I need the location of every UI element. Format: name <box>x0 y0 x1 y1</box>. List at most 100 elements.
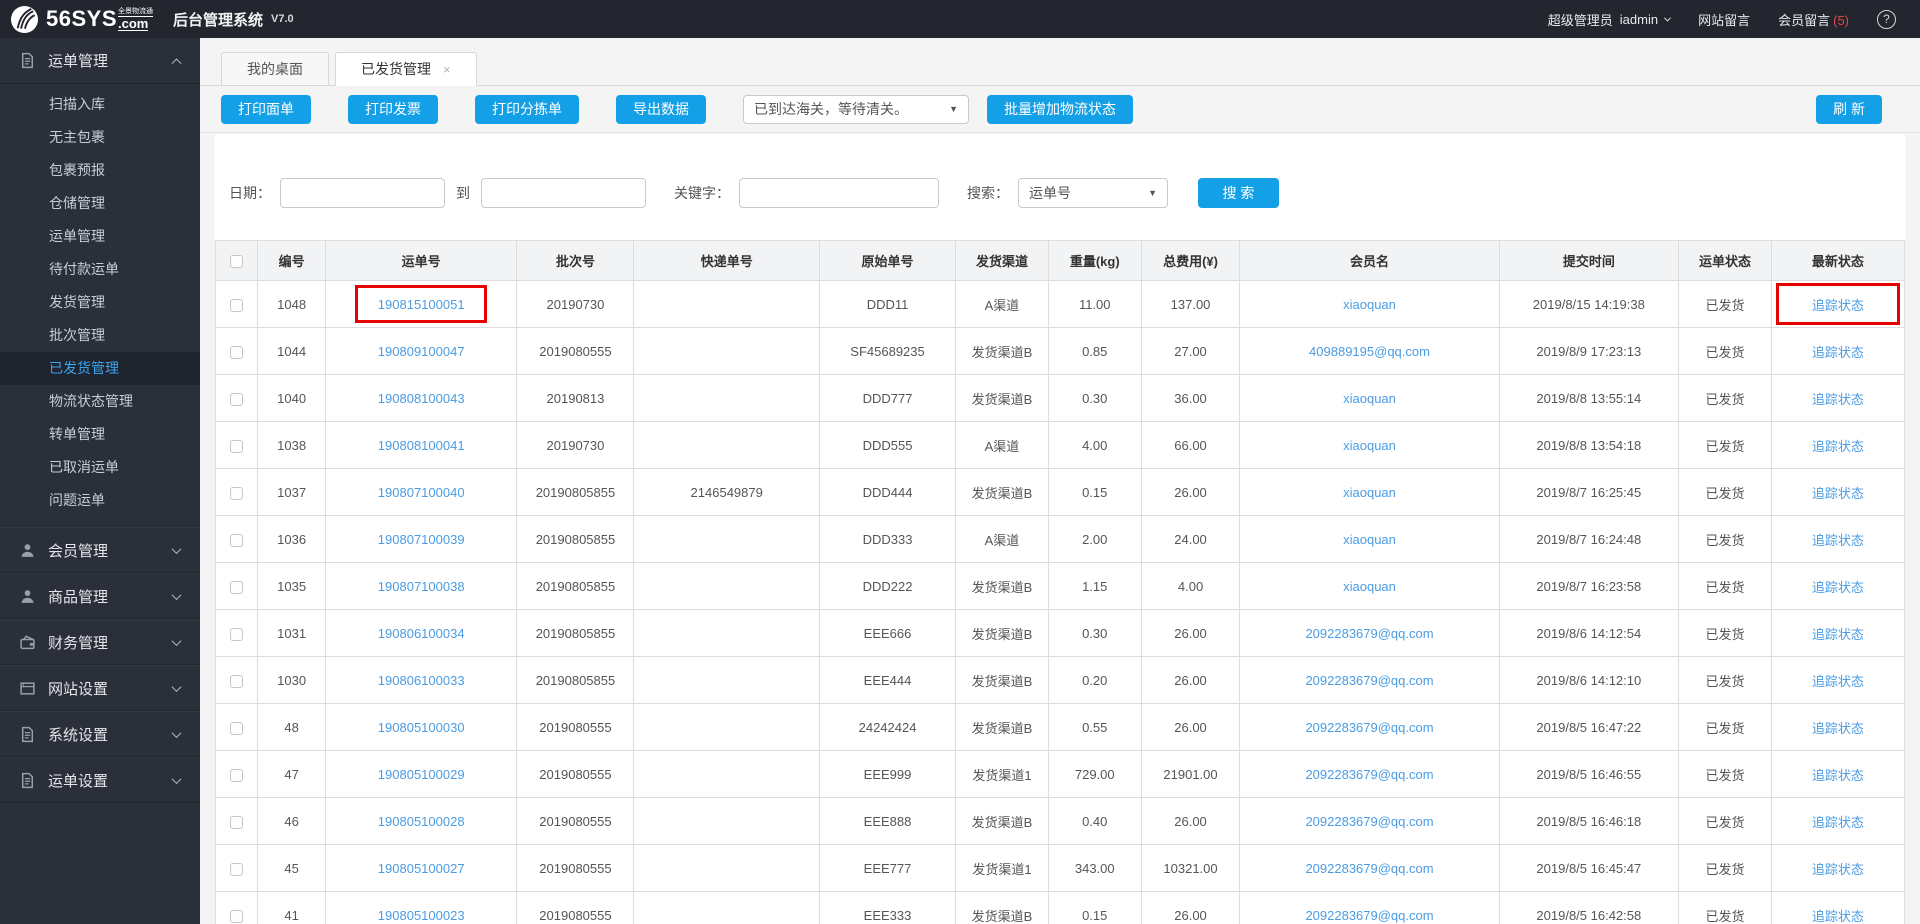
latest-link[interactable]: 追踪状态 <box>1812 486 1864 501</box>
sidebar-item[interactable]: 待付款运单 <box>0 253 200 286</box>
sidebar-group-2[interactable]: 商品管理 <box>0 573 200 619</box>
row-checkbox[interactable] <box>230 722 243 735</box>
sidebar-item[interactable]: 扫描入库 <box>0 88 200 121</box>
row-checkbox[interactable] <box>230 487 243 500</box>
cell-member: 2092283679@qq.com <box>1240 845 1499 892</box>
logistics-status-select[interactable]: 已到达海关，等待清关。 ▼ <box>743 95 969 124</box>
member-link[interactable]: 2092283679@qq.com <box>1305 814 1433 829</box>
sidebar-item[interactable]: 物流状态管理 <box>0 385 200 418</box>
member-link[interactable]: xiaoquan <box>1343 391 1396 406</box>
waybill-link[interactable]: 190807100040 <box>378 485 465 500</box>
waybill-link[interactable]: 190805100030 <box>378 720 465 735</box>
waybill-link[interactable]: 190807100039 <box>378 532 465 547</box>
member-link[interactable]: xiaoquan <box>1343 485 1396 500</box>
sidebar-item[interactable]: 包裹预报 <box>0 154 200 187</box>
waybill-link[interactable]: 190808100041 <box>378 438 465 453</box>
tab-active[interactable]: 已发货管理× <box>335 52 477 86</box>
latest-link[interactable]: 追踪状态 <box>1812 627 1864 642</box>
member-link[interactable]: xiaoquan <box>1343 579 1396 594</box>
sidebar-group-3[interactable]: 财务管理 <box>0 619 200 665</box>
sidebar-item[interactable]: 批次管理 <box>0 319 200 352</box>
row-checkbox[interactable] <box>230 581 243 594</box>
sidebar-item[interactable]: 仓储管理 <box>0 187 200 220</box>
sidebar-group-4[interactable]: 网站设置 <box>0 665 200 711</box>
row-checkbox[interactable] <box>230 863 243 876</box>
latest-link[interactable]: 追踪状态 <box>1812 580 1864 595</box>
member-link[interactable]: 2092283679@qq.com <box>1305 626 1433 641</box>
sidebar-group-0[interactable]: 运单管理 <box>0 38 200 84</box>
batch-add-status-button[interactable]: 批量增加物流状态 <box>987 95 1133 124</box>
latest-link[interactable]: 追踪状态 <box>1812 533 1864 548</box>
waybill-link[interactable]: 190806100034 <box>378 626 465 641</box>
waybill-link[interactable]: 190815100051 <box>378 297 465 312</box>
waybill-link[interactable]: 190808100043 <box>378 391 465 406</box>
waybill-link[interactable]: 190805100027 <box>378 861 465 876</box>
latest-link[interactable]: 追踪状态 <box>1812 345 1864 360</box>
row-checkbox[interactable] <box>230 910 243 923</box>
row-checkbox[interactable] <box>230 816 243 829</box>
sidebar-item[interactable]: 转单管理 <box>0 418 200 451</box>
sidebar-item[interactable]: 无主包裹 <box>0 121 200 154</box>
latest-link[interactable]: 追踪状态 <box>1812 815 1864 830</box>
cell-status: 已发货 <box>1679 892 1772 924</box>
waybill-link[interactable]: 190809100047 <box>378 344 465 359</box>
user-menu[interactable]: 超级管理员 iadmin <box>1548 10 1670 29</box>
latest-link[interactable]: 追踪状态 <box>1812 721 1864 736</box>
sidebar-item[interactable]: 问题运单 <box>0 484 200 517</box>
help-icon[interactable]: ? <box>1877 10 1896 29</box>
site-messages-link[interactable]: 网站留言 <box>1698 10 1750 29</box>
member-link[interactable]: 2092283679@qq.com <box>1305 908 1433 923</box>
sidebar-item-active[interactable]: 已发货管理 <box>0 352 200 385</box>
toolbar-button-3[interactable]: 导出数据 <box>616 95 706 124</box>
latest-link[interactable]: 追踪状态 <box>1812 909 1864 924</box>
latest-link[interactable]: 追踪状态 <box>1812 392 1864 407</box>
search-type-select[interactable]: 运单号 ▼ <box>1018 178 1168 208</box>
search-button[interactable]: 搜 索 <box>1198 178 1279 208</box>
member-link[interactable]: 2092283679@qq.com <box>1305 767 1433 782</box>
latest-link[interactable]: 追踪状态 <box>1812 298 1864 313</box>
toolbar-button-0[interactable]: 打印面单 <box>221 95 311 124</box>
member-link[interactable]: xiaoquan <box>1343 297 1396 312</box>
row-checkbox[interactable] <box>230 393 243 406</box>
cell-fee: 26.00 <box>1141 892 1240 924</box>
waybill-link[interactable]: 190805100028 <box>378 814 465 829</box>
waybill-link[interactable]: 190805100023 <box>378 908 465 923</box>
row-checkbox[interactable] <box>230 346 243 359</box>
date-to-input[interactable] <box>481 178 646 208</box>
latest-link[interactable]: 追踪状态 <box>1812 862 1864 877</box>
sidebar-item[interactable]: 发货管理 <box>0 286 200 319</box>
waybill-link[interactable]: 190807100038 <box>378 579 465 594</box>
row-checkbox[interactable] <box>230 628 243 641</box>
latest-link[interactable]: 追踪状态 <box>1812 674 1864 689</box>
member-link[interactable]: 2092283679@qq.com <box>1305 673 1433 688</box>
row-checkbox[interactable] <box>230 299 243 312</box>
sidebar-group-5[interactable]: 系统设置 <box>0 711 200 757</box>
member-link[interactable]: 2092283679@qq.com <box>1305 861 1433 876</box>
sidebar-item[interactable]: 运单管理 <box>0 220 200 253</box>
member-link[interactable]: xiaoquan <box>1343 532 1396 547</box>
waybill-link[interactable]: 190806100033 <box>378 673 465 688</box>
member-link[interactable]: 409889195@qq.com <box>1309 344 1430 359</box>
sidebar-group-1[interactable]: 会员管理 <box>0 527 200 573</box>
tab-close-icon[interactable]: × <box>443 63 451 76</box>
latest-link[interactable]: 追踪状态 <box>1812 439 1864 454</box>
cell-id: 48 <box>258 704 326 751</box>
member-link[interactable]: 2092283679@qq.com <box>1305 720 1433 735</box>
sidebar-item[interactable]: 已取消运单 <box>0 451 200 484</box>
keyword-input[interactable] <box>739 178 939 208</box>
tab-inactive[interactable]: 我的桌面 <box>221 52 329 86</box>
sidebar-group-6[interactable]: 运单设置 <box>0 757 200 803</box>
refresh-button[interactable]: 刷 新 <box>1816 95 1882 124</box>
select-all-checkbox[interactable] <box>230 255 243 268</box>
member-messages-link[interactable]: 会员留言(5) <box>1778 10 1849 29</box>
row-checkbox[interactable] <box>230 675 243 688</box>
member-link[interactable]: xiaoquan <box>1343 438 1396 453</box>
date-from-input[interactable] <box>280 178 445 208</box>
row-checkbox[interactable] <box>230 534 243 547</box>
row-checkbox[interactable] <box>230 440 243 453</box>
toolbar-button-2[interactable]: 打印分拣单 <box>475 95 579 124</box>
waybill-link[interactable]: 190805100029 <box>378 767 465 782</box>
toolbar-button-1[interactable]: 打印发票 <box>348 95 438 124</box>
latest-link[interactable]: 追踪状态 <box>1812 768 1864 783</box>
row-checkbox[interactable] <box>230 769 243 782</box>
